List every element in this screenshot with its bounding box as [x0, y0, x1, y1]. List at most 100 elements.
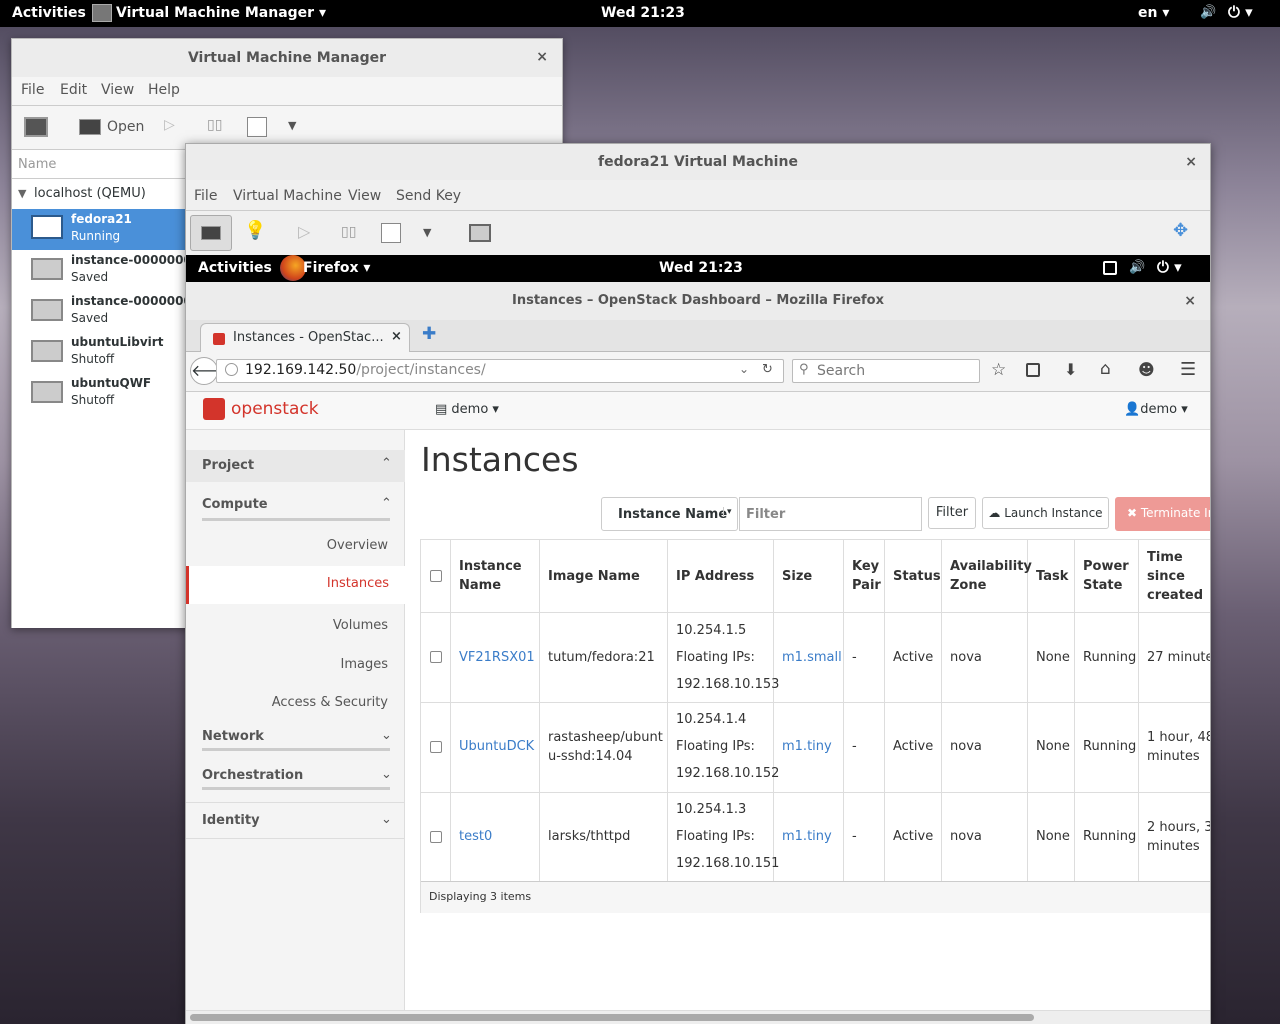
reading-list-icon[interactable]	[1026, 363, 1040, 377]
filter-input[interactable]: Filter	[739, 497, 922, 531]
menu-file[interactable]: File	[21, 82, 44, 98]
nav-overview[interactable]: Overview	[327, 538, 388, 553]
close-icon[interactable]: ×	[1185, 154, 1197, 170]
tab-instances[interactable]: Instances - OpenStac... ×	[200, 323, 410, 353]
fullscreen-icon[interactable]: ✥	[1173, 220, 1188, 241]
instance-name-link[interactable]: UbuntuDCK	[459, 737, 534, 756]
url-dropdown-icon[interactable]: ⌄	[739, 362, 749, 376]
nav-volumes[interactable]: Volumes	[333, 618, 388, 633]
project-dropdown[interactable]: ▤ demo ▾	[435, 402, 499, 417]
vm-row-fedora21[interactable]: fedora21 Running	[12, 209, 186, 250]
nav-images[interactable]: Images	[341, 657, 389, 672]
col-size[interactable]: Size	[782, 567, 812, 586]
details-bulb-icon[interactable]: 💡	[244, 220, 266, 241]
vm-row[interactable]: ubuntuLibvirt Shutoff	[12, 332, 186, 373]
nav-network[interactable]: Network	[202, 729, 264, 744]
menu-virtual-machine[interactable]: Virtual Machine	[233, 188, 342, 204]
column-header-name[interactable]: Name	[18, 157, 56, 172]
col-image-name[interactable]: Image Name	[548, 567, 640, 586]
download-icon[interactable]: ⬇	[1064, 360, 1077, 379]
close-icon[interactable]: ×	[1184, 293, 1196, 309]
row-checkbox[interactable]	[430, 741, 442, 753]
back-button[interactable]: 🡐	[190, 357, 234, 385]
size-link[interactable]: m1.tiny	[782, 737, 832, 756]
window-icon[interactable]	[1103, 261, 1117, 275]
power-icon[interactable]: ⏻ ▾	[1157, 258, 1182, 276]
shutdown-icon[interactable]	[381, 223, 401, 243]
guest-app-menu[interactable]: Firefox ▾	[303, 260, 370, 276]
col-time-since-created[interactable]: Time since created	[1147, 548, 1210, 605]
play-icon[interactable]: ▷	[298, 222, 310, 241]
size-link[interactable]: m1.small	[782, 648, 842, 667]
instance-name-link[interactable]: test0	[459, 827, 492, 846]
menu-edit[interactable]: Edit	[60, 82, 87, 98]
menu-send-key[interactable]: Send Key	[396, 188, 461, 204]
search-input[interactable]: ⚲ Search	[792, 359, 980, 383]
instance-name-link[interactable]: VF21RSX01	[459, 648, 535, 667]
size-link[interactable]: m1.tiny	[782, 827, 832, 846]
menu-file[interactable]: File	[194, 188, 217, 204]
nav-identity[interactable]: Identity	[202, 813, 260, 828]
new-vm-icon[interactable]	[24, 117, 48, 137]
guest-clock[interactable]: Wed 21:23	[659, 260, 743, 276]
terminate-instances-button[interactable]: ✖ Terminate Ins	[1115, 497, 1210, 531]
nav-compute[interactable]: Compute	[202, 497, 268, 512]
vm-row[interactable]: instance-00000008 Saved	[12, 250, 186, 291]
screenshot-icon[interactable]	[469, 224, 491, 242]
language-indicator[interactable]: en ▾	[1138, 5, 1169, 21]
volume-icon[interactable]: 🔊	[1200, 5, 1216, 20]
url-bar[interactable]: 192.169.142.50/project/instances/ ⌄ ↻	[216, 359, 784, 383]
menu-view[interactable]: View	[101, 82, 134, 98]
host-label[interactable]: localhost (QEMU)	[34, 186, 146, 201]
clock[interactable]: Wed 21:23	[601, 5, 685, 21]
expander-icon[interactable]: ▼	[18, 187, 26, 200]
app-menu-button[interactable]: Virtual Machine Manager ▾	[116, 5, 326, 21]
filter-field-select[interactable]: Instance Name ▾	[601, 497, 738, 531]
hello-icon[interactable]: ☻	[1138, 360, 1155, 379]
nav-project[interactable]: Project ⌃	[186, 450, 405, 482]
power-icon[interactable]: ⏻ ▾	[1228, 3, 1253, 21]
col-ip-address[interactable]: IP Address	[676, 567, 754, 586]
guest-activities-button[interactable]: Activities	[198, 260, 272, 276]
vm-row[interactable]: instance-00000009 Saved	[12, 291, 186, 332]
col-status[interactable]: Status	[893, 567, 941, 586]
launch-instance-button[interactable]: ☁ Launch Instance	[982, 497, 1109, 529]
home-icon[interactable]: ⌂	[1100, 359, 1111, 379]
new-tab-icon[interactable]: ✚	[422, 324, 436, 344]
col-power-state[interactable]: Power State	[1083, 557, 1133, 595]
tab-close-icon[interactable]: ×	[391, 329, 402, 344]
play-icon[interactable]: ▷	[164, 117, 175, 133]
volume-icon[interactable]: 🔊	[1129, 260, 1145, 275]
scrollbar-thumb[interactable]	[190, 1014, 1034, 1021]
menu-help[interactable]: Help	[148, 82, 180, 98]
console-button[interactable]	[190, 215, 232, 251]
reload-icon[interactable]: ↻	[762, 362, 773, 377]
vm-row[interactable]: ubuntuQWF Shutoff	[12, 373, 186, 414]
user-dropdown[interactable]: 👤demo ▾	[1124, 402, 1188, 417]
close-icon[interactable]: ×	[536, 49, 548, 65]
col-task[interactable]: Task	[1036, 567, 1068, 586]
menu-view[interactable]: View	[348, 188, 381, 204]
shutdown-dropdown-icon[interactable]: ▼	[423, 226, 431, 239]
shutdown-dropdown-icon[interactable]: ▼	[288, 119, 296, 132]
col-key-pair[interactable]: Key Pair	[852, 557, 882, 595]
row-checkbox[interactable]	[430, 831, 442, 843]
nav-orchestration[interactable]: Orchestration	[202, 768, 303, 783]
col-availability-zone[interactable]: Availability Zone	[950, 557, 1032, 595]
pause-icon[interactable]: ▯▯	[207, 117, 222, 133]
pause-icon[interactable]: ▯▯	[341, 224, 356, 240]
nav-access-security[interactable]: Access & Security	[272, 695, 388, 710]
open-button[interactable]: Open	[107, 119, 144, 135]
bookmark-star-icon[interactable]: ☆	[991, 360, 1006, 380]
select-all-checkbox[interactable]	[430, 570, 442, 582]
nav-instances-active[interactable]: Instances	[186, 566, 405, 604]
openstack-logo-text[interactable]: openstack	[231, 399, 319, 419]
shutdown-icon[interactable]	[247, 117, 267, 137]
row-checkbox[interactable]	[430, 651, 442, 663]
horizontal-scrollbar[interactable]	[186, 1010, 1210, 1024]
openstack-logo-icon[interactable]	[203, 398, 225, 420]
col-instance-name[interactable]: Instance Name	[459, 557, 529, 595]
hamburger-menu-icon[interactable]: ☰	[1180, 359, 1196, 380]
activities-button[interactable]: Activities	[12, 5, 86, 21]
filter-button[interactable]: Filter	[928, 497, 976, 529]
